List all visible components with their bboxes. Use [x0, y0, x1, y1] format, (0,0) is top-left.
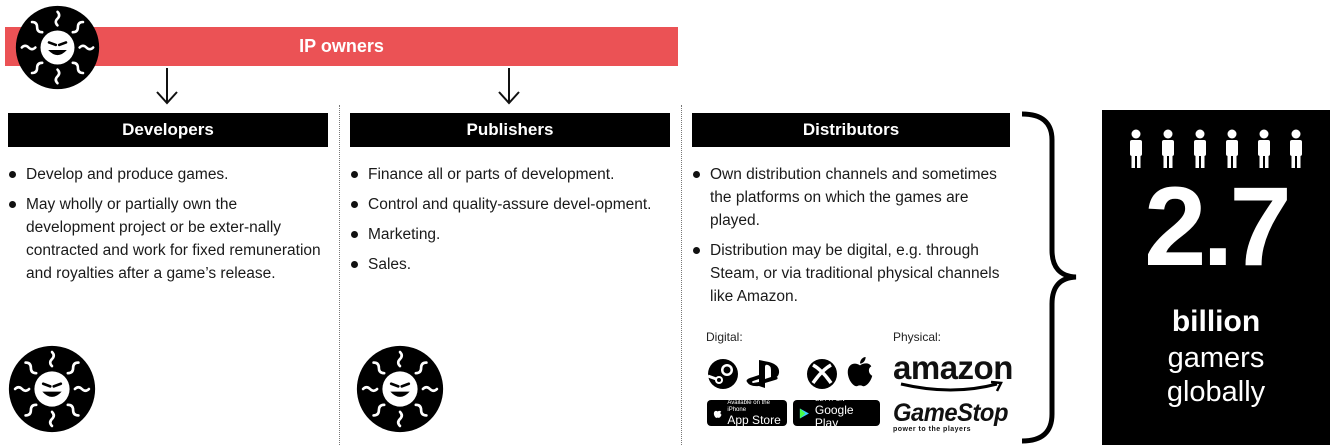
- bullet-item: Own distribution channels and sometimes …: [692, 163, 1017, 232]
- person-icon: [1290, 129, 1302, 168]
- ip-owners-bar: IP owners: [5, 27, 678, 66]
- google-play-text: Google Play: [814, 402, 854, 430]
- physical-label: Physical:: [893, 330, 942, 344]
- bullet-item: Sales.: [350, 253, 670, 276]
- xbox-icon: [807, 359, 837, 389]
- bullet-item: Finance all or parts of development.: [350, 163, 670, 186]
- gamestop-wordmark: GameStop: [893, 399, 1008, 427]
- bullet-item: Develop and produce games.: [8, 163, 328, 186]
- stat-caption-line-2: globally: [1166, 376, 1266, 408]
- bullet-item: Marketing.: [350, 223, 670, 246]
- app-store-small-text: Available on the iPhone: [727, 399, 770, 413]
- developers-title: Developers: [122, 120, 214, 139]
- developers-bullet-list: Develop and produce games. May wholly or…: [8, 163, 328, 285]
- column-divider: [339, 105, 340, 445]
- app-store-text: App Store: [727, 412, 781, 427]
- bullet-item: Control and quality-assure devel-opment.: [350, 193, 670, 216]
- curly-brace: [1021, 111, 1077, 444]
- person-icon: [1258, 129, 1270, 168]
- smiling-sun-logo-icon: [15, 5, 100, 90]
- bullet-item: May wholly or partially own the developm…: [8, 193, 328, 285]
- amazon-logo: amazon: [893, 351, 1021, 394]
- bullet-item: Distribution may be digital, e.g. throug…: [692, 239, 1017, 308]
- person-icon: [1194, 129, 1206, 168]
- distributors-column: Distributors Own distribution channels a…: [692, 113, 1017, 315]
- amazon-smile-icon: [900, 380, 1003, 392]
- publishers-column: Publishers Finance all or parts of devel…: [350, 113, 670, 283]
- stat-caption-line-1: gamers: [1167, 342, 1265, 374]
- column-divider: [681, 105, 682, 445]
- stat-number: 2.7: [1144, 164, 1292, 289]
- apple-icon: [713, 410, 722, 418]
- playstation-icon: [746, 360, 780, 388]
- person-icon: [1130, 129, 1142, 168]
- developers-header: Developers: [8, 113, 328, 147]
- down-arrow-icon: [498, 68, 520, 105]
- gamestop-tagline: power to the players: [893, 426, 972, 433]
- ip-owners-label: IP owners: [299, 36, 384, 56]
- publishers-title: Publishers: [466, 120, 554, 139]
- publishers-bullet-list: Finance all or parts of development. Con…: [350, 163, 670, 276]
- distributors-title: Distributors: [802, 120, 900, 139]
- people-icons: [1130, 129, 1302, 168]
- apple-icon: [847, 356, 873, 387]
- distributors-bullet-list: Own distribution channels and sometimes …: [692, 163, 1017, 308]
- smiling-sun-logo-icon: [356, 345, 444, 433]
- person-icon: [1226, 129, 1238, 168]
- stat-unit: billion: [1171, 305, 1261, 338]
- google-play-icon: [799, 408, 809, 418]
- digital-label: Digital:: [706, 330, 743, 344]
- smiling-sun-logo-icon: [8, 345, 96, 433]
- developers-column: Developers Develop and produce games. Ma…: [8, 113, 328, 292]
- publishers-header: Publishers: [350, 113, 670, 147]
- gamestop-logo: GameStop power to the players: [893, 400, 1021, 440]
- down-arrow-icon: [156, 68, 178, 105]
- distributors-header: Distributors: [692, 113, 1010, 147]
- person-icon: [1162, 129, 1174, 168]
- gamers-stat-panel: 2.7 billion gamers globally: [1102, 110, 1330, 445]
- google-play-badge: GET IT ON Google Play: [793, 397, 880, 429]
- steam-icon: [707, 359, 738, 389]
- app-store-badge: Available on the iPhone App Store: [707, 400, 787, 426]
